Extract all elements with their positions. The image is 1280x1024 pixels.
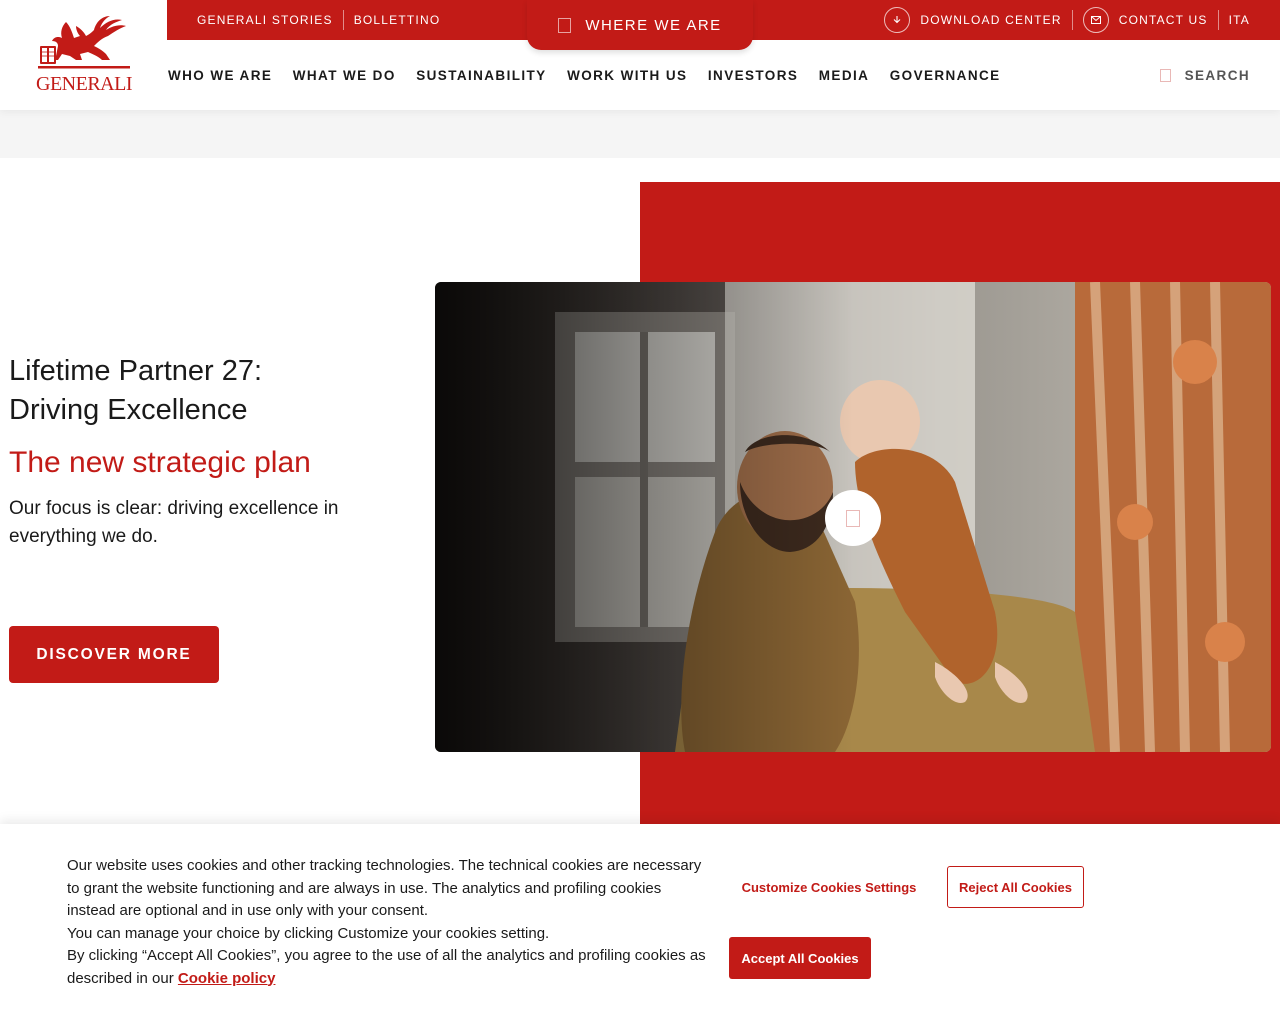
cookie-text-manage: You can manage your choice by clicking C… xyxy=(67,924,550,942)
contact-us-label: CONTACT US xyxy=(1118,13,1208,27)
lion-logo-icon: GENERALI xyxy=(36,16,132,95)
where-we-are-button[interactable]: WHERE WE ARE xyxy=(527,0,753,50)
hero-title: Lifetime Partner 27: Driving Excellence xyxy=(9,355,263,426)
download-center-label: DOWNLOAD CENTER xyxy=(920,13,1062,27)
nav-sustainability[interactable]: SUSTAINABILITY xyxy=(416,68,546,83)
svg-text:GENERALI: GENERALI xyxy=(36,73,132,94)
divider xyxy=(1071,10,1073,30)
language-switch[interactable]: ITA xyxy=(1229,13,1250,27)
nav-work-with-us[interactable]: WORK WITH US xyxy=(567,68,687,83)
bollettino-link[interactable]: BOLLETTINO xyxy=(354,13,441,27)
main-navigation: WHO WE ARE WHAT WE DO SUSTAINABILITY WOR… xyxy=(168,62,1021,88)
cookie-text-intro: Our website uses cookies and other track… xyxy=(67,857,702,919)
generali-stories-link[interactable]: GENERALI STORIES xyxy=(197,13,333,27)
customize-cookies-button[interactable]: Customize Cookies Settings xyxy=(729,866,929,908)
hero-text-block: Lifetime Partner 27: Driving Excellence … xyxy=(9,352,409,551)
discover-more-button[interactable]: DISCOVER MORE xyxy=(9,626,219,683)
location-pin-icon xyxy=(558,17,572,33)
reject-all-cookies-button[interactable]: Reject All Cookies xyxy=(947,866,1084,908)
download-icon xyxy=(884,7,911,33)
mail-icon xyxy=(1082,7,1109,33)
cookie-banner: Our website uses cookies and other track… xyxy=(0,824,1280,1024)
play-video-button[interactable] xyxy=(825,490,881,546)
divider xyxy=(1217,10,1219,30)
search-label: SEARCH xyxy=(1184,67,1250,83)
nav-media[interactable]: MEDIA xyxy=(819,68,870,83)
hero-subtitle: The new strategic plan xyxy=(9,446,311,479)
breadcrumb-band xyxy=(0,110,1280,158)
cookie-message: Our website uses cookies and other track… xyxy=(67,855,707,990)
nav-investors[interactable]: INVESTORS xyxy=(708,68,798,83)
hero-description: Our focus is clear: driving excellence i… xyxy=(9,498,339,547)
search-icon xyxy=(1159,68,1171,82)
nav-who-we-are[interactable]: WHO WE ARE xyxy=(168,68,272,83)
nav-governance[interactable]: GOVERNANCE xyxy=(890,68,1001,83)
cookie-policy-link[interactable]: Cookie policy xyxy=(178,970,276,987)
contact-us-link[interactable]: CONTACT US xyxy=(1082,7,1208,33)
where-we-are-label: WHERE WE ARE xyxy=(585,16,722,34)
divider xyxy=(342,10,344,30)
download-center-link[interactable]: DOWNLOAD CENTER xyxy=(884,7,1061,33)
accept-all-cookies-button[interactable]: Accept All Cookies xyxy=(729,937,871,979)
nav-what-we-do[interactable]: WHAT WE DO xyxy=(293,68,396,83)
search-button[interactable]: SEARCH xyxy=(1159,62,1250,88)
generali-logo[interactable]: GENERALI xyxy=(36,16,132,95)
cookie-text-consent: By clicking “Accept All Cookies”, you ag… xyxy=(67,947,706,987)
play-icon xyxy=(846,509,860,527)
site-header: GENERALI GENERALI STORIES BOLLETTINO DOW… xyxy=(0,0,1280,110)
